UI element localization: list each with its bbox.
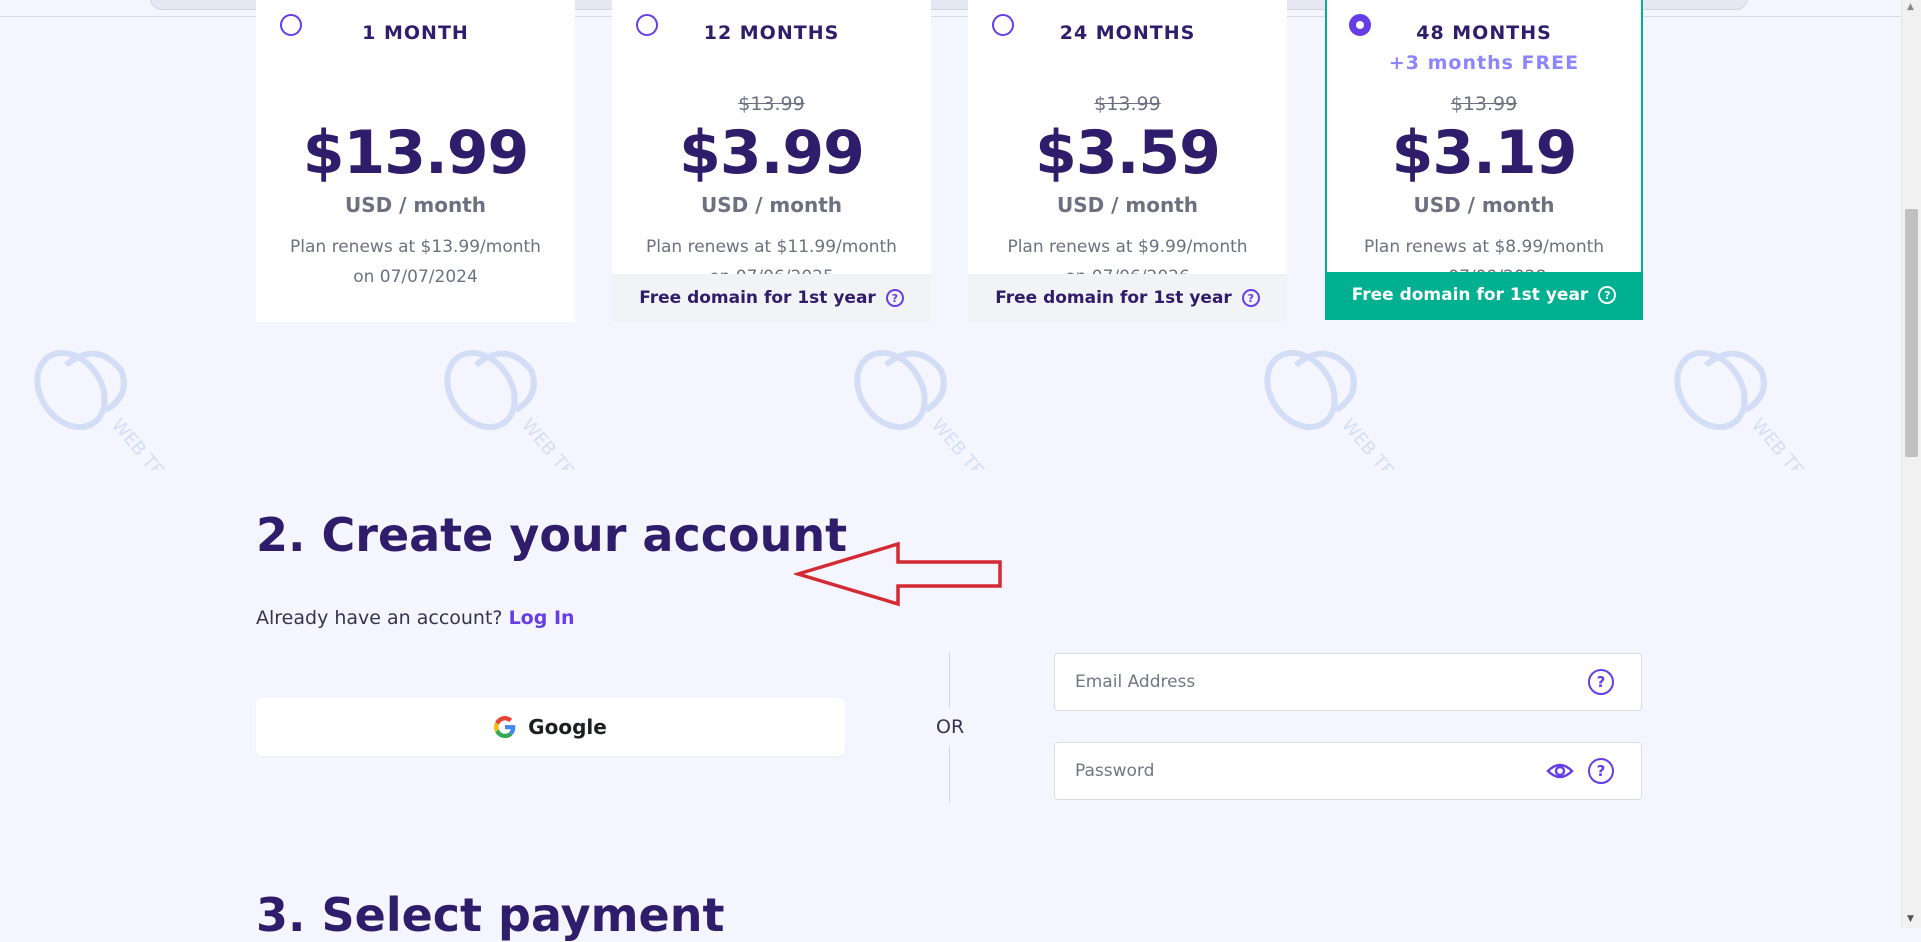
- password-placeholder: Password: [1075, 761, 1155, 781]
- red-arrow-annotation: [794, 541, 1002, 607]
- plan-name: 1 MONTH: [362, 22, 469, 44]
- plan-card-12-months[interactable]: 12 MONTHS $13.99 $3.99 USD / month Plan …: [612, 0, 931, 322]
- scroll-up-arrow-icon[interactable]: ▲: [1907, 2, 1914, 12]
- plan-old-price: $13.99: [738, 93, 805, 115]
- watermark-text: WEB TEK: [517, 415, 586, 470]
- password-field[interactable]: Password ?: [1054, 742, 1642, 800]
- watermark-text: WEB TEK: [107, 415, 176, 470]
- question-circle-icon[interactable]: ?: [1241, 289, 1260, 307]
- select-payment-heading: 3. Select payment: [256, 888, 725, 942]
- plan-price: $3.59: [1035, 118, 1221, 188]
- watermark-logo: WEB TEK: [1666, 340, 1816, 491]
- create-account-heading: 2. Create your account: [256, 508, 848, 562]
- free-domain-label: Free domain for 1st year: [1351, 285, 1589, 305]
- or-divider-label: OR: [936, 716, 965, 738]
- plan-bonus: +3 months FREE: [1388, 52, 1580, 74]
- plan-name: 48 MONTHS: [1416, 22, 1552, 44]
- google-button-label: Google: [528, 715, 607, 739]
- plan-old-price: $13.99: [1094, 93, 1161, 115]
- watermark-logo: WEB TEK: [1256, 340, 1406, 491]
- question-circle-icon[interactable]: ?: [1588, 669, 1614, 695]
- free-domain-label: Free domain for 1st year: [639, 288, 876, 308]
- watermark-logo: WEB TEK: [846, 340, 996, 491]
- plan-old-price: $13.99: [1450, 93, 1518, 115]
- question-circle-icon[interactable]: ?: [1588, 758, 1614, 784]
- watermark-text: WEB TEK: [1337, 415, 1406, 470]
- free-domain-label: Free domain for 1st year: [995, 288, 1232, 308]
- plan-card-48-months[interactable]: 48 MONTHS +3 months FREE $13.99 $3.19 US…: [1325, 0, 1643, 320]
- plan-renew-text: Plan renews at $13.99/month on 07/07/202…: [290, 237, 541, 287]
- login-link[interactable]: Log In: [509, 607, 575, 629]
- scrollbar-thumb[interactable]: [1905, 209, 1918, 457]
- free-domain-banner: Free domain for 1st year ?: [1325, 272, 1643, 318]
- free-domain-banner: Free domain for 1st year ?: [612, 274, 931, 322]
- plan-price: $13.99: [302, 118, 530, 188]
- free-domain-banner: Free domain for 1st year ?: [968, 274, 1287, 322]
- watermark-text: WEB TEK: [1747, 415, 1816, 470]
- plan-price-unit: USD / month: [1056, 193, 1199, 217]
- plan-price-unit: USD / month: [1413, 193, 1555, 217]
- plan-price: $3.19: [1391, 118, 1578, 188]
- google-signin-button[interactable]: Google: [256, 698, 845, 756]
- or-divider-top: [949, 652, 950, 708]
- plan-price-unit: USD / month: [700, 193, 843, 217]
- already-have-account: Already have an account? Log In: [256, 607, 575, 629]
- plan-card-24-months[interactable]: 24 MONTHS $13.99 $3.59 USD / month Plan …: [968, 0, 1287, 322]
- plan-price: $3.99: [679, 118, 865, 188]
- watermark-text: WEB TEK: [927, 415, 996, 470]
- plan-card-1-month[interactable]: 1 MONTH $13.99 USD / month Plan renews a…: [256, 0, 575, 322]
- google-logo-icon: [494, 716, 516, 738]
- plan-name: 24 MONTHS: [1059, 22, 1196, 44]
- already-have-account-text: Already have an account?: [256, 607, 503, 629]
- plan-name: 12 MONTHS: [703, 22, 840, 44]
- plan-price-unit: USD / month: [344, 193, 487, 217]
- eye-icon[interactable]: [1546, 760, 1574, 782]
- email-field[interactable]: Email Address ?: [1054, 653, 1642, 711]
- scroll-down-arrow-icon[interactable]: ▼: [1907, 914, 1914, 924]
- question-circle-icon[interactable]: ?: [885, 289, 904, 307]
- or-divider-bottom: [949, 746, 950, 802]
- email-placeholder: Email Address: [1075, 672, 1196, 692]
- question-circle-icon[interactable]: ?: [1598, 286, 1617, 304]
- watermark-logo: WEB TEK: [436, 340, 586, 491]
- page-scrollbar[interactable]: ▲ ▼: [1901, 0, 1921, 928]
- watermark-logo: WEB TEK: [26, 340, 176, 491]
